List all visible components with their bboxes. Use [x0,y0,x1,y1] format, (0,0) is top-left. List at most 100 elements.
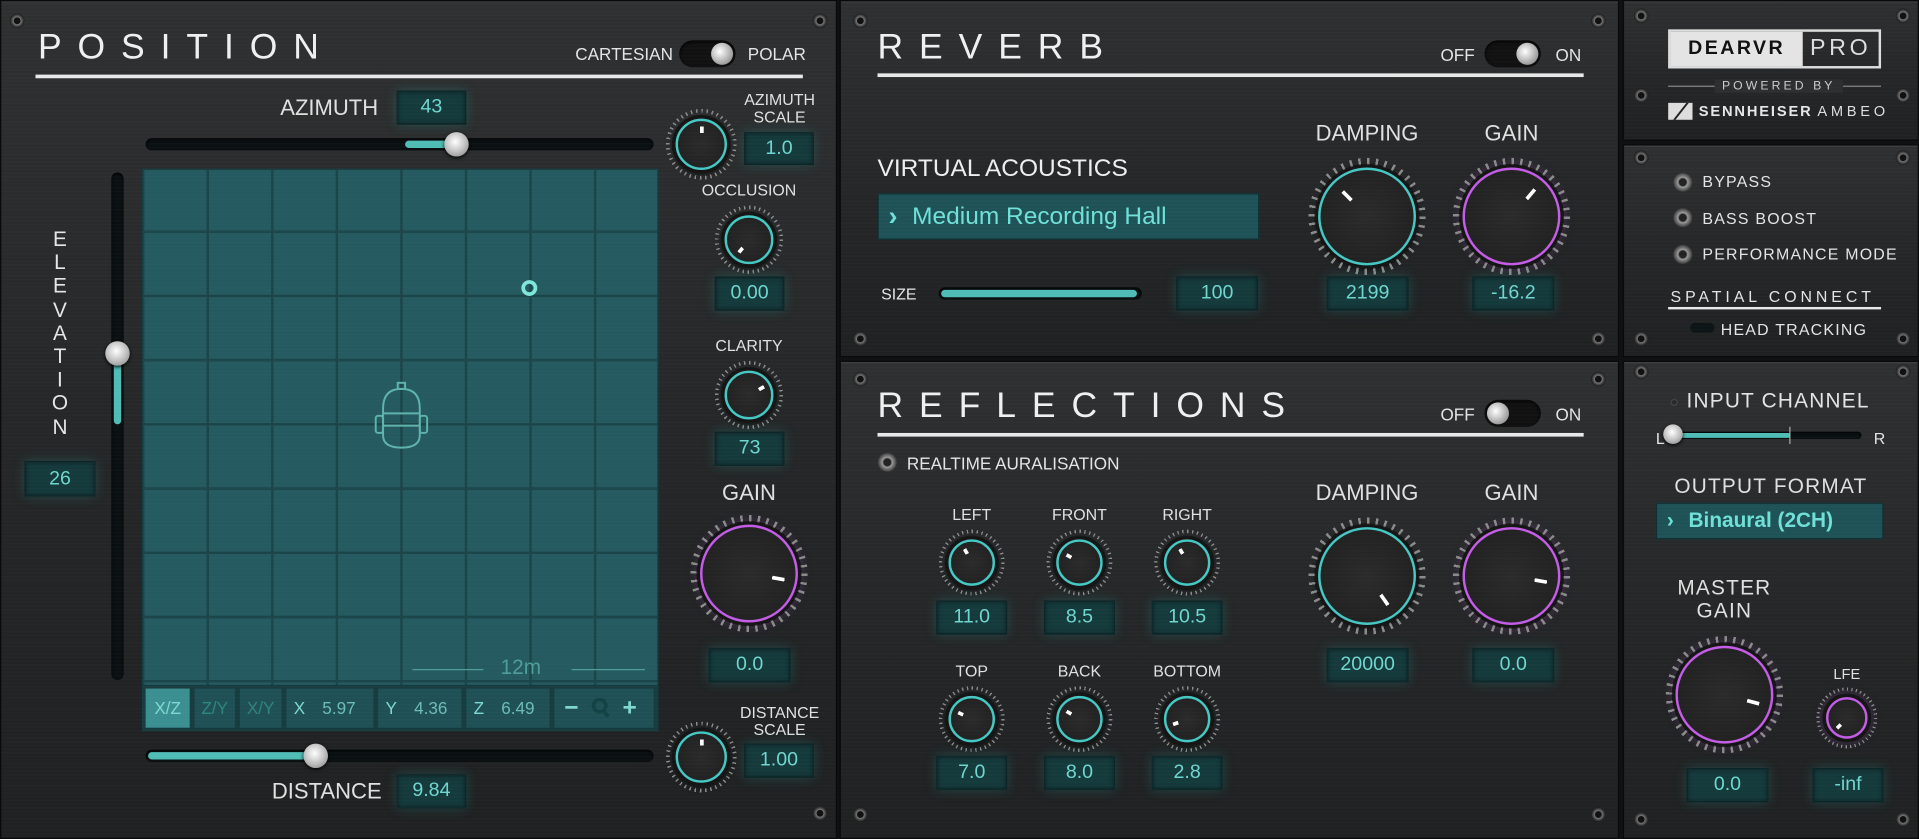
right-value[interactable]: 10.5 [1151,600,1223,635]
z-coordinate-field[interactable]: Z 6.49 [466,688,550,728]
azimuth-scale-knob[interactable] [675,118,727,170]
azimuth-value[interactable]: 43 [396,90,467,125]
top-knob[interactable] [948,695,995,743]
elevation-letter: A [53,321,67,345]
position-grid[interactable]: 12m [141,168,659,729]
view-zy-button[interactable]: Z/Y [194,688,235,728]
front-value[interactable]: 8.5 [1043,600,1115,635]
lfe-value[interactable]: -inf [1812,768,1884,803]
head-tracking-toggle[interactable] [1690,322,1715,333]
view-xy-button[interactable]: X/Y [239,688,282,728]
elevation-value[interactable]: 26 [24,461,96,497]
elevation-letter: E [53,274,67,298]
size-slider[interactable] [938,281,1226,306]
performance-mode-radio[interactable] [1673,244,1693,265]
reflections-damping-label: DAMPING [1315,480,1419,506]
reflections-damping-knob[interactable] [1318,527,1416,625]
reverb-toggle[interactable] [1484,40,1541,68]
distance-value[interactable]: 9.84 [396,774,467,809]
cartesian-polar-toggle[interactable] [679,40,736,68]
reverb-title: REVERB [877,28,1119,68]
distance-scale-value[interactable]: 1.00 [744,743,814,778]
master-gain-knob[interactable] [1675,645,1774,744]
virtual-acoustics-dropdown[interactable]: › Medium Recording Hall [877,193,1260,240]
screw-icon [1895,364,1911,380]
realtime-auralisation-label: REALTIME AURALISATION [906,453,1120,474]
input-right-label: R [1873,429,1887,448]
wall-label: BACK [1057,661,1102,680]
spatial-connect-underline [1668,306,1882,310]
powered-by-label: POWERED BY [1714,79,1843,93]
virtual-acoustics-label: VIRTUAL ACOUSTICS [877,155,1128,183]
source-dot[interactable] [521,280,538,296]
screw-icon [1591,807,1606,822]
reflections-gain-value[interactable]: 0.0 [1472,648,1555,683]
bypass-radio[interactable] [1673,172,1693,193]
reflections-gain-label: GAIN [1484,480,1539,506]
wall-label: FRONT [1052,505,1107,524]
left-value[interactable]: 11.0 [936,600,1008,635]
reflections-off-label: OFF [1440,404,1475,425]
master-gain-value[interactable]: 0.0 [1686,768,1769,803]
distance-scale-knob[interactable] [675,731,727,783]
left-knob[interactable] [948,539,995,586]
scale-line-left [412,668,484,671]
preset-name: Medium Recording Hall [912,202,1167,230]
back-knob[interactable] [1056,695,1103,743]
view-xz-button[interactable]: X/Z [145,688,190,728]
screw-icon [1895,150,1911,166]
title-underline [35,74,803,79]
y-axis-label: Y [385,698,397,718]
bass-boost-radio[interactable] [1673,207,1693,228]
screw-icon [1633,364,1649,380]
position-gain-knob[interactable] [700,524,798,623]
realtime-auralisation-radio[interactable] [877,452,898,473]
zoom-in-button[interactable]: + [623,694,637,722]
reflections-damping-value[interactable]: 20000 [1326,648,1409,683]
right-knob[interactable] [1163,539,1211,586]
back-value[interactable]: 8.0 [1043,755,1115,791]
spatial-connect-label: SPATIAL CONNECT [1670,287,1875,306]
lfe-knob[interactable] [1825,697,1868,739]
distance-slider[interactable] [145,743,654,769]
reverb-damping-value[interactable]: 2199 [1326,276,1409,311]
azimuth-slider[interactable] [145,132,654,157]
input-channel-slider[interactable] [1663,424,1862,444]
elevation-letter: E [53,227,67,251]
azimuth-scale-label-line1: AZIMUTH [744,90,815,109]
screw-icon [853,13,868,29]
cartesian-label: CARTESIAN [575,44,673,64]
reflections-toggle[interactable] [1484,399,1541,427]
position-gain-value[interactable]: 0.0 [708,648,791,683]
output-format-dropdown[interactable]: › Binaural (2CH) [1655,502,1884,540]
azimuth-scale-value[interactable]: 1.0 [744,132,814,166]
reverb-gain-value[interactable]: -16.2 [1472,276,1555,311]
elevation-letter: I [57,368,63,392]
x-coordinate-field[interactable]: X 5.97 [286,688,374,728]
screw-icon [1591,331,1606,347]
azimuth-scale-label-line2: SCALE [753,107,806,126]
occlusion-knob[interactable] [724,215,774,265]
elevation-slider[interactable] [105,172,130,680]
z-axis-label: Z [473,698,485,718]
occlusion-value[interactable]: 0.00 [714,276,785,311]
reverb-off-label: OFF [1440,45,1475,65]
listener-head-icon [374,381,429,449]
zoom-out-button[interactable]: − [564,694,578,722]
clarity-knob[interactable] [724,370,774,420]
screw-icon [853,807,868,822]
size-label: SIZE [881,284,917,304]
wall-label: RIGHT [1162,505,1212,524]
front-knob[interactable] [1056,539,1103,586]
clarity-value[interactable]: 73 [714,431,785,466]
output-panel: INPUT CHANNEL L R OUTPUT FORMAT › Binaura… [1622,360,1919,839]
bottom-knob[interactable] [1163,695,1211,743]
reverb-damping-knob[interactable] [1318,167,1416,266]
y-coordinate-field[interactable]: Y 4.36 [378,688,462,728]
reflections-gain-knob[interactable] [1462,527,1561,625]
reverb-gain-knob[interactable] [1462,167,1561,266]
distance-label: DISTANCE [271,779,382,804]
bottom-value[interactable]: 2.8 [1151,755,1223,791]
top-value[interactable]: 7.0 [936,755,1008,791]
size-value[interactable]: 100 [1176,276,1259,311]
